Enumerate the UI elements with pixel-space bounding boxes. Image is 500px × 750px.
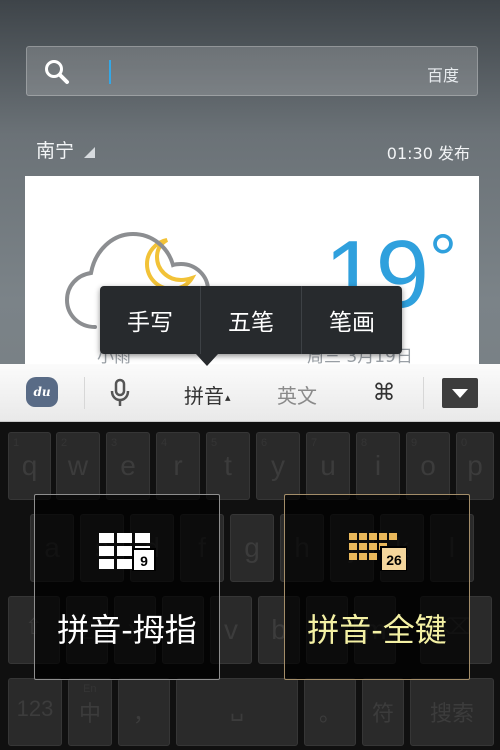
period-key[interactable]: 。	[304, 678, 356, 746]
full-keyboard-grid-icon: 26	[349, 533, 407, 571]
pinyin-label: 拼音	[184, 384, 224, 408]
collapse-keyboard-button[interactable]	[442, 378, 478, 408]
key-sub: 0	[461, 437, 468, 449]
nine-key-grid-icon: 9	[99, 533, 156, 571]
pinyin-arrow-icon: ▴	[225, 391, 231, 404]
key-sub: 2	[61, 437, 68, 449]
key-label: 123	[16, 696, 54, 721]
mode-pinyin-thumb[interactable]: 9 拼音-拇指	[34, 494, 220, 680]
key-label: p	[467, 450, 483, 481]
mode-label: 拼音-拇指	[57, 611, 197, 649]
language-switch-key[interactable]: En 中	[68, 678, 112, 746]
comma-key[interactable]: ，	[118, 678, 170, 746]
microphone-icon[interactable]	[109, 378, 131, 408]
key-label: y	[271, 450, 285, 481]
key-label: 符	[371, 701, 394, 726]
mode-badge: 26	[386, 552, 402, 568]
key-sub: 8	[361, 437, 368, 449]
key-sub: En	[83, 683, 97, 695]
symbol-key[interactable]: 符	[362, 678, 404, 746]
key-label: u	[320, 450, 336, 481]
key-label: g	[244, 532, 260, 563]
search-bar[interactable]: 百度	[26, 46, 478, 96]
key-r[interactable]: 4r	[156, 432, 200, 500]
wubi-option[interactable]: 五笔	[200, 286, 301, 354]
key-i[interactable]: 8i	[356, 432, 400, 500]
key-q[interactable]: 1q	[8, 432, 51, 500]
command-icon[interactable]: ⌘	[370, 379, 398, 407]
search-key[interactable]: 搜索	[410, 678, 494, 746]
text-cursor	[109, 60, 111, 84]
baidu-du-logo-icon[interactable]: du	[26, 377, 58, 407]
key-sub: 1	[13, 437, 20, 449]
key-sub: 4	[161, 437, 168, 449]
key-p[interactable]: 0p	[456, 432, 494, 500]
key-label: 搜索	[429, 701, 474, 726]
keyboard-toolbar: du 拼音▴ 英文 ⌘	[0, 364, 500, 422]
key-g[interactable]: g	[230, 514, 274, 582]
numbers-key[interactable]: 123	[8, 678, 62, 746]
toolbar-divider	[84, 377, 85, 409]
key-label: e	[120, 450, 136, 481]
city-selector[interactable]: 南宁	[36, 136, 96, 163]
input-method-popup: 手写 五笔 笔画	[100, 286, 402, 354]
key-sub: 5	[211, 437, 218, 449]
key-sub: 3	[111, 437, 118, 449]
key-y[interactable]: 6y	[256, 432, 300, 500]
stroke-option[interactable]: 笔画	[301, 286, 402, 354]
pinyin-mode-button[interactable]: 拼音▴	[184, 380, 231, 409]
mode-pinyin-full[interactable]: 26 拼音-全键	[284, 494, 470, 680]
key-label: 。	[318, 701, 341, 726]
key-label: 中	[78, 701, 101, 726]
key-label: t	[224, 450, 232, 481]
key-sub: 6	[261, 437, 268, 449]
key-label: o	[420, 450, 436, 481]
mode-label: 拼音-全键	[307, 611, 447, 649]
key-label: i	[374, 450, 382, 481]
key-label: ，	[132, 701, 155, 726]
key-w[interactable]: 2w	[56, 432, 100, 500]
handwriting-option[interactable]: 手写	[100, 286, 200, 354]
key-label: r	[173, 450, 183, 481]
space-icon: ␣	[230, 696, 244, 721]
key-label: w	[67, 450, 89, 481]
mode-badge: 9	[140, 553, 148, 569]
space-key[interactable]: ␣	[176, 678, 298, 746]
degree-symbol: °	[429, 220, 457, 298]
dropdown-arrow-icon	[84, 147, 96, 158]
search-icon[interactable]	[43, 58, 71, 86]
key-sub: 9	[411, 437, 418, 449]
publish-time: 01:30 发布	[386, 144, 470, 163]
key-t[interactable]: 5t	[206, 432, 250, 500]
key-sub: 7	[311, 437, 318, 449]
popup-pointer	[196, 354, 218, 366]
key-label: q	[21, 450, 38, 481]
search-engine-label[interactable]: 百度	[427, 62, 459, 86]
english-mode-button[interactable]: 英文	[277, 380, 317, 409]
toolbar-divider	[423, 377, 424, 409]
key-u[interactable]: 7u	[306, 432, 350, 500]
key-e[interactable]: 3e	[106, 432, 150, 500]
key-o[interactable]: 9o	[406, 432, 450, 500]
city-name: 南宁	[36, 140, 75, 162]
